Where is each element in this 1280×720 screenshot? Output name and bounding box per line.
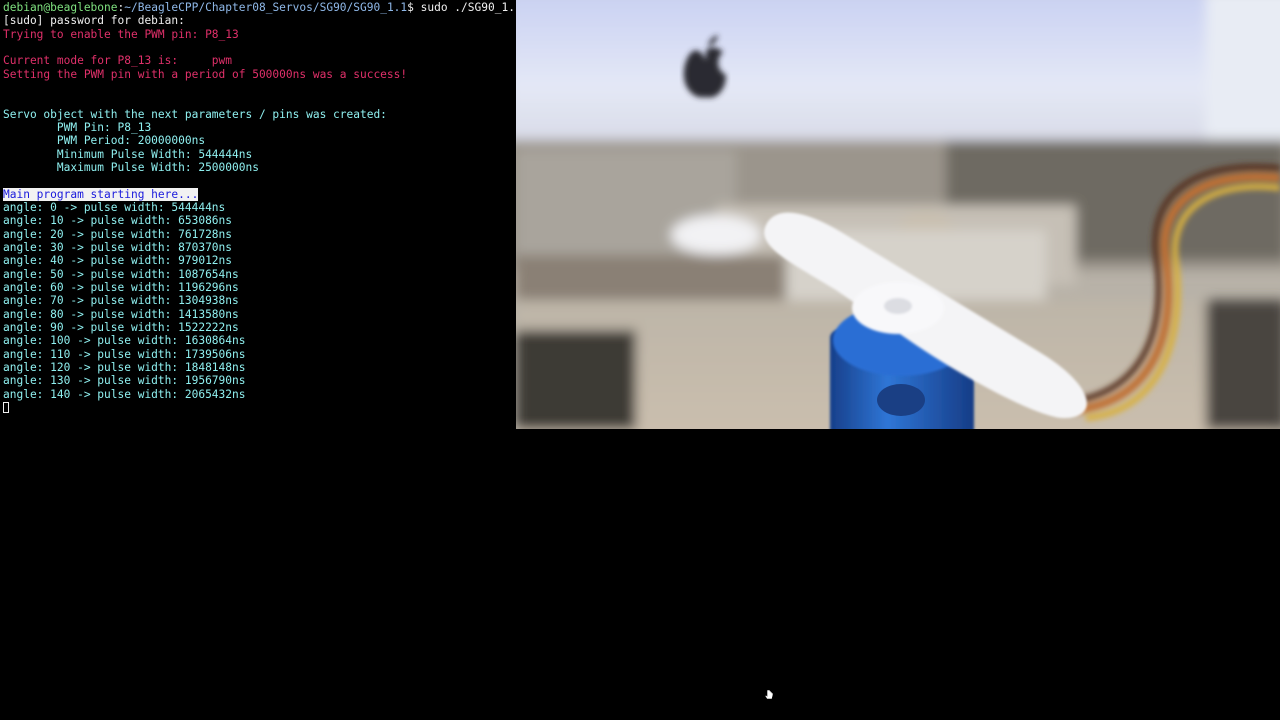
angle-line: angle: 20 -> pulse width: 761728ns [3,228,233,241]
angle-line: angle: 90 -> pulse width: 1522222ns [3,321,239,334]
angle-line: angle: 0 -> pulse width: 544444ns [3,201,226,214]
selected-text[interactable]: Main program starting here... [3,188,199,201]
angle-line: angle: 120 -> pulse width: 1848148ns [3,361,246,374]
prompt-command: $ sudo ./SG90_1.1 [407,1,522,14]
servo-header: Servo object with the next parameters / … [3,108,387,121]
angle-line: angle: 30 -> pulse width: 870370ns [3,241,233,254]
mouse-pointer-icon [764,689,774,700]
angle-line: angle: 60 -> pulse width: 1196296ns [3,281,239,294]
angle-line: angle: 40 -> pulse width: 979012ns [3,254,233,267]
angle-line: angle: 100 -> pulse width: 1630864ns [3,334,246,347]
param-line: PWM Pin: P8_13 [3,121,152,134]
param-line: Maximum Pulse Width: 2500000ns [3,161,259,174]
angle-line: angle: 50 -> pulse width: 1087654ns [3,268,239,281]
prompt-line: debian@beaglebone:~/BeagleCPP/Chapter08_… [3,1,522,14]
angle-line: angle: 70 -> pulse width: 1304938ns [3,294,239,307]
param-line: Minimum Pulse Width: 544444ns [3,148,253,161]
terminal-window[interactable]: debian@beaglebone:~/BeagleCPP/Chapter08_… [0,0,522,720]
enable-message: Trying to enable the PWM pin: P8_13 [3,28,239,41]
angle-line: angle: 110 -> pulse width: 1739506ns [3,348,246,361]
camera-video-feed [516,0,1280,429]
angle-line: angle: 130 -> pulse width: 1956790ns [3,374,246,387]
angle-line: angle: 80 -> pulse width: 1413580ns [3,308,239,321]
prompt-path: ~/BeagleCPP/Chapter08_Servos/SG90/SG90_1… [124,1,408,14]
period-message: Setting the PWM pin with a period of 500… [3,68,408,81]
sudo-prompt: [sudo] password for debian: [3,14,185,27]
main-program-line: Main program starting here... [3,188,199,201]
param-line: PWM Period: 20000000ns [3,134,206,147]
camera-scene [516,0,1280,429]
angle-line: angle: 140 -> pulse width: 2065432ns [3,388,246,401]
terminal-cursor [3,402,9,413]
mode-message: Current mode for P8_13 is: pwm [3,54,233,67]
prompt-user-host: debian@beaglebone [3,1,118,14]
angle-line: angle: 10 -> pulse width: 653086ns [3,214,233,227]
